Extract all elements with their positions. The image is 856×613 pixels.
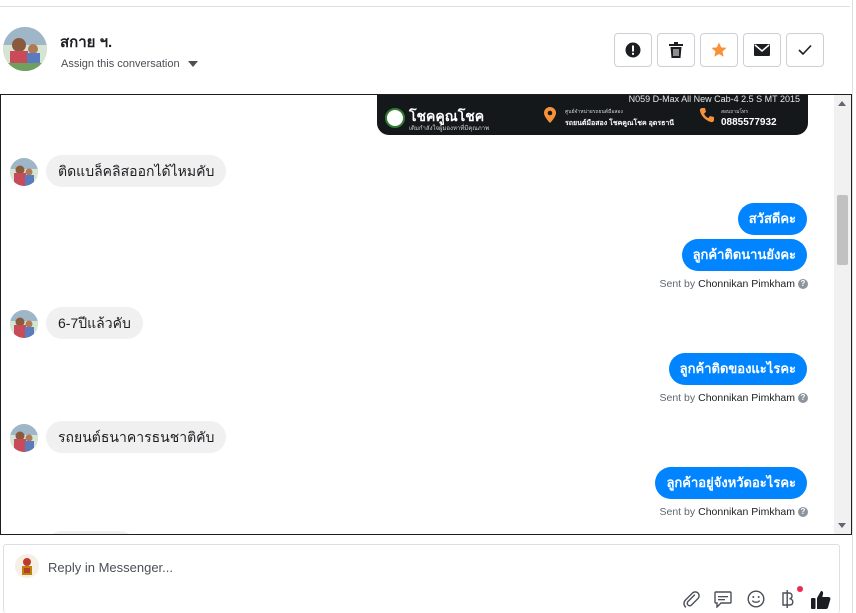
reply-composer bbox=[3, 544, 840, 613]
messenger-inbox: สกาย ฯ. Assign this conversation N059 D-… bbox=[0, 0, 856, 613]
contact-name: สกาย ฯ. bbox=[60, 34, 113, 51]
assign-label: Assign this conversation bbox=[61, 58, 180, 70]
envelope-icon bbox=[754, 44, 770, 56]
sender-avatar bbox=[10, 424, 38, 452]
agent-name: Chonnikan Pimkham bbox=[698, 392, 795, 404]
banner-phone: 0885577932 bbox=[721, 117, 777, 128]
banner-tagline: เติมกำลังใจผู้มองหาที่มีคุณภาพ bbox=[409, 126, 490, 132]
paperclip-icon bbox=[683, 591, 700, 608]
reply-input[interactable] bbox=[48, 557, 648, 577]
banner-model-text: N059 D-Max All New Cab-4 2.5 S MT 2015 bbox=[628, 94, 800, 104]
sender-avatar bbox=[10, 158, 38, 186]
check-icon bbox=[798, 44, 812, 56]
mark-unread-button[interactable] bbox=[743, 33, 781, 67]
ad-image-attachment[interactable]: N059 D-Max All New Cab-4 2.5 S MT 2015 โ… bbox=[377, 94, 808, 135]
banner-phone-label: สอบถามโทร bbox=[721, 109, 749, 115]
help-icon[interactable]: ? bbox=[798, 279, 808, 289]
banner-location-label: ศูนย์จำหน่ายรถยนต์มือสอง bbox=[565, 109, 623, 115]
trash-icon bbox=[669, 42, 683, 58]
scroll-thumb[interactable] bbox=[837, 195, 848, 265]
outgoing-message[interactable]: ลูกค้าติดนานยังคะ bbox=[681, 239, 807, 271]
thumbs-up-icon bbox=[811, 590, 831, 609]
page-avatar bbox=[15, 554, 39, 578]
brand-logo-icon bbox=[385, 108, 405, 128]
outgoing-message[interactable]: สวัสดีคะ bbox=[737, 203, 807, 235]
partial-incoming-message bbox=[46, 531, 136, 534]
caret-down-icon bbox=[187, 61, 198, 67]
scroll-up-arrow-icon[interactable] bbox=[838, 101, 846, 106]
sent-by-prefix: Sent by bbox=[659, 392, 696, 404]
like-button[interactable] bbox=[811, 589, 831, 609]
payment-button[interactable] bbox=[778, 589, 798, 609]
phone-icon bbox=[699, 108, 714, 123]
incoming-message[interactable]: 6-7ปีแล้วคับ bbox=[46, 307, 143, 339]
emoji-button[interactable] bbox=[746, 589, 766, 609]
location-pin-icon bbox=[544, 107, 556, 123]
mark-done-button[interactable] bbox=[786, 33, 824, 67]
scroll-down-arrow-icon[interactable] bbox=[838, 523, 846, 528]
sender-avatar bbox=[10, 310, 38, 338]
report-button[interactable] bbox=[614, 33, 652, 67]
delete-button[interactable] bbox=[657, 33, 695, 67]
sent-by-prefix: Sent by bbox=[659, 278, 696, 290]
conversation-actions bbox=[614, 33, 824, 67]
help-icon[interactable]: ? bbox=[798, 507, 808, 517]
thread-scrollbar[interactable] bbox=[834, 95, 851, 534]
banner-location: รถยนต์มือสอง โชคคูณโชค อุดรธานี bbox=[565, 120, 675, 127]
exclamation-icon bbox=[625, 42, 641, 58]
contact-avatar[interactable] bbox=[3, 27, 47, 71]
outgoing-message[interactable]: ลูกค้าติดของแะไรคะ bbox=[668, 353, 807, 385]
smiley-icon bbox=[747, 590, 765, 608]
sent-by-label: Sent by Chonnikan Pimkham ? bbox=[659, 506, 808, 518]
chat-bubble-icon bbox=[714, 590, 732, 608]
agent-name: Chonnikan Pimkham bbox=[698, 278, 795, 290]
assign-conversation-dropdown[interactable]: Assign this conversation bbox=[61, 58, 198, 70]
incoming-message[interactable]: ติดแบล็คลิสออกได้ไหมคับ bbox=[46, 155, 227, 187]
outgoing-message[interactable]: ลูกค้าอยู่จังหวัดอะไรคะ bbox=[655, 467, 807, 499]
message-thread[interactable]: N059 D-Max All New Cab-4 2.5 S MT 2015 โ… bbox=[0, 94, 852, 535]
sent-by-label: Sent by Chonnikan Pimkham ? bbox=[659, 392, 808, 404]
baht-icon bbox=[782, 590, 794, 608]
right-divider bbox=[852, 0, 853, 613]
attach-file-button[interactable] bbox=[681, 589, 701, 609]
saved-replies-button[interactable] bbox=[713, 589, 733, 609]
top-divider bbox=[0, 6, 850, 7]
sent-by-label: Sent by Chonnikan Pimkham ? bbox=[659, 278, 808, 290]
help-icon[interactable]: ? bbox=[798, 393, 808, 403]
notification-dot bbox=[797, 586, 803, 592]
star-icon bbox=[711, 42, 727, 57]
incoming-message[interactable]: รถยนต์ธนาคารธนชาติคับ bbox=[46, 421, 227, 453]
sent-by-prefix: Sent by bbox=[659, 506, 696, 518]
agent-name: Chonnikan Pimkham bbox=[698, 506, 795, 518]
star-button[interactable] bbox=[700, 33, 738, 67]
